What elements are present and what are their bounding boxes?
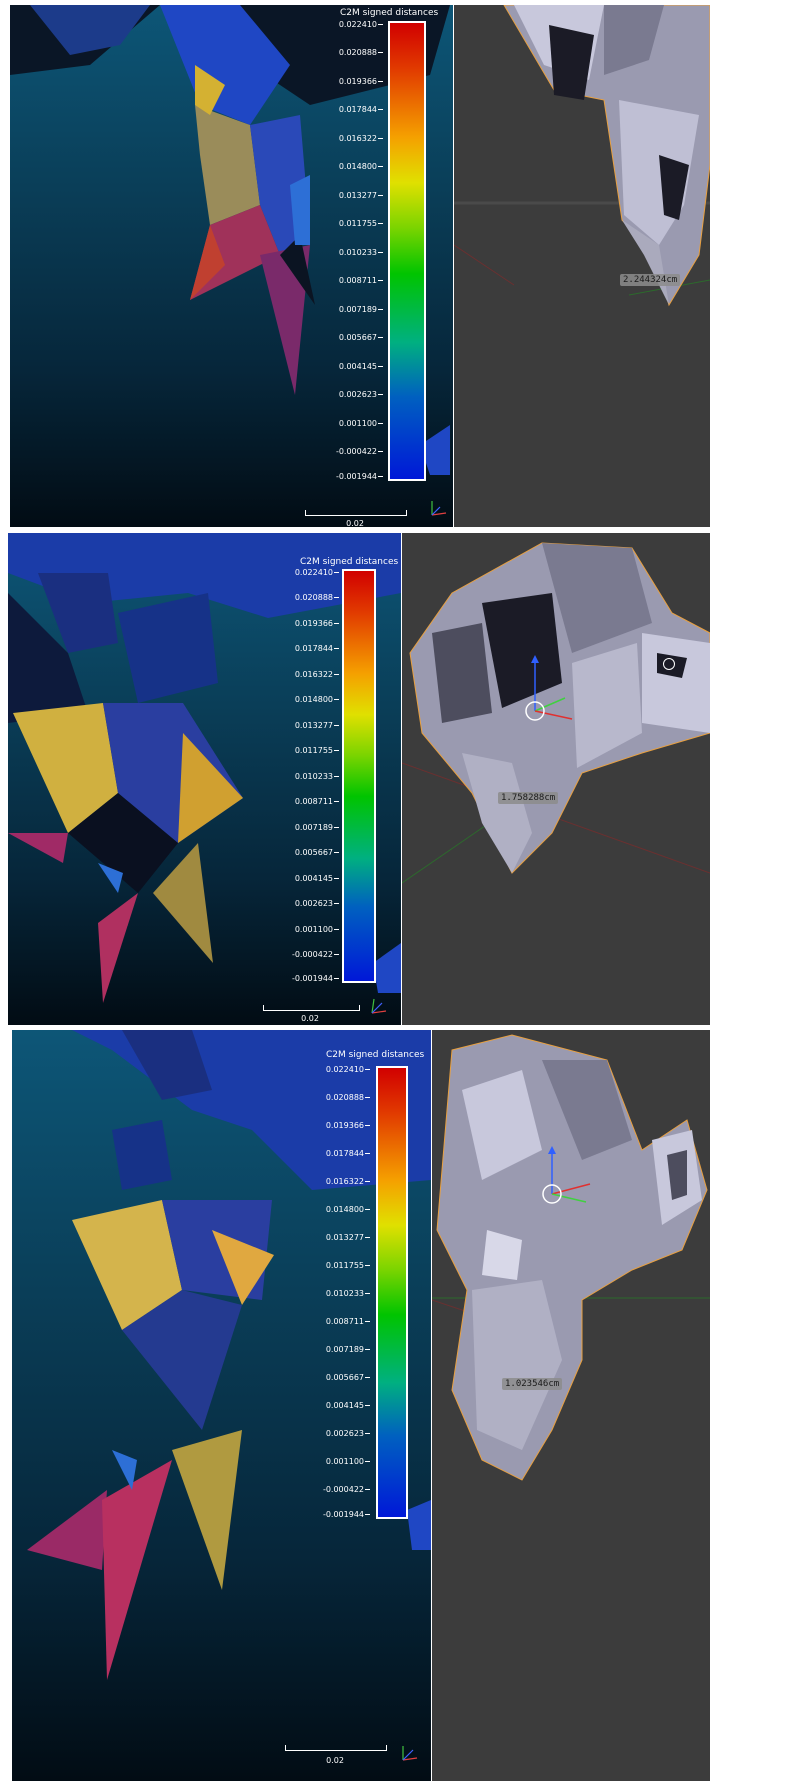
colorbar xyxy=(342,569,376,983)
scale-bar xyxy=(285,1745,387,1751)
blender-viewport-3[interactable]: 1.023546cm xyxy=(432,1030,710,1781)
transform-gizmo-icon xyxy=(542,1146,591,1204)
measurement-label: 2.244324cm xyxy=(620,274,681,286)
monkey-mesh xyxy=(454,5,710,307)
measurement-label: 1.758288cm xyxy=(498,792,559,804)
colorbar-tick: 0.020888 xyxy=(326,1093,370,1102)
colorbar-tick: -0.001944 xyxy=(323,1510,370,1519)
colorbar-tick: 0.005667 xyxy=(326,1373,370,1382)
colorbar-tick: 0.016322 xyxy=(295,670,339,679)
blender-viewport-2[interactable]: 1.758288cm xyxy=(402,533,710,1025)
colorbar-tick: 0.010233 xyxy=(326,1289,370,1298)
pivot-circle-icon xyxy=(663,658,675,670)
scene-mesh xyxy=(10,5,450,475)
cc-viewport-1[interactable]: C2M signed distances 0.022410 0.020888 0… xyxy=(10,5,453,527)
colorbar-tick: 0.011755 xyxy=(339,219,383,228)
colorbar-tick: 0.013277 xyxy=(339,191,383,200)
colorbar-tick: 0.005667 xyxy=(339,333,383,342)
blender-viewport-1[interactable]: 2.244324cm xyxy=(454,5,710,527)
colorbar-tick: 0.007189 xyxy=(326,1345,370,1354)
colorbar-tick: 0.008711 xyxy=(326,1317,370,1326)
colorbar-tick: -0.001944 xyxy=(292,974,339,983)
colorbar-tick: 0.007189 xyxy=(339,305,383,314)
scale-bar xyxy=(263,1005,360,1011)
colorbar-tick: 0.004145 xyxy=(326,1401,370,1410)
cc-viewport-2[interactable]: C2M signed distances 0.022410 0.020888 0… xyxy=(8,533,401,1025)
colorbar-tick: 0.013277 xyxy=(295,721,339,730)
transform-gizmo-icon xyxy=(525,655,573,721)
colorbar-tick: 0.017844 xyxy=(339,105,383,114)
colorbar-title: C2M signed distances xyxy=(300,557,399,567)
colorbar-tick: 0.020888 xyxy=(295,593,339,602)
colorbar-tick: 0.014800 xyxy=(326,1205,370,1214)
scale-label: 0.02 xyxy=(346,519,364,527)
scale-bar xyxy=(305,510,407,516)
colorbar-tick: 0.022410 xyxy=(326,1065,370,1074)
colorbar-tick: 0.001100 xyxy=(326,1457,370,1466)
axis-gizmo-icon xyxy=(402,1746,418,1761)
colorbar xyxy=(376,1066,408,1519)
colorbar-tick: 0.002623 xyxy=(326,1429,370,1438)
cc-viewport-3[interactable]: C2M signed distances 0.022410 0.020888 0… xyxy=(12,1030,431,1781)
colorbar-tick: 0.011755 xyxy=(326,1261,370,1270)
colorbar-tick: 0.002623 xyxy=(339,390,383,399)
colorbar-title: C2M signed distances xyxy=(340,8,439,18)
colorbar-tick: 0.008711 xyxy=(295,797,339,806)
colorbar-tick: 0.010233 xyxy=(339,248,383,257)
colorbar-tick: 0.011755 xyxy=(295,746,339,755)
colorbar-tick: -0.000422 xyxy=(292,950,339,959)
colorbar-title: C2M signed distances xyxy=(326,1050,425,1060)
monkey-mesh xyxy=(402,542,710,884)
colorbar-tick: -0.000422 xyxy=(323,1485,370,1494)
scale-label: 0.02 xyxy=(301,1014,319,1023)
colorbar-tick: 0.019366 xyxy=(326,1121,370,1130)
colorbar-tick: 0.004145 xyxy=(339,362,383,371)
colorbar-tick: 0.016322 xyxy=(339,134,383,143)
monkey-mesh xyxy=(432,1034,710,1481)
colorbar-tick: 0.014800 xyxy=(295,695,339,704)
colorbar-tick: 0.022410 xyxy=(339,20,383,29)
axis-gizmo-icon xyxy=(371,998,387,1014)
colorbar-tick: 0.008711 xyxy=(339,276,383,285)
colorbar-tick: 0.010233 xyxy=(295,772,339,781)
colorbar-tick: 0.002623 xyxy=(295,899,339,908)
scale-label: 0.02 xyxy=(326,1756,344,1765)
colorbar-tick: 0.019366 xyxy=(339,77,383,86)
colorbar xyxy=(388,21,426,481)
colorbar-tick: 0.013277 xyxy=(326,1233,370,1242)
colorbar-tick: 0.004145 xyxy=(295,874,339,883)
measurement-label: 1.023546cm xyxy=(502,1378,563,1390)
colorbar-tick: -0.001944 xyxy=(336,472,383,481)
colorbar-tick: 0.017844 xyxy=(295,644,339,653)
colorbar-tick: 0.001100 xyxy=(339,419,383,428)
colorbar-tick: 0.019366 xyxy=(295,619,339,628)
colorbar-tick: 0.016322 xyxy=(326,1177,370,1186)
axis-gizmo-icon xyxy=(431,501,447,516)
colorbar-tick: 0.014800 xyxy=(339,162,383,171)
colorbar-tick: 0.017844 xyxy=(326,1149,370,1158)
colorbar-tick: 0.001100 xyxy=(295,925,339,934)
colorbar-tick: 0.005667 xyxy=(295,848,339,857)
colorbar-tick: 0.020888 xyxy=(339,48,383,57)
colorbar-tick: 0.007189 xyxy=(295,823,339,832)
colorbar-tick: 0.022410 xyxy=(295,568,339,577)
colorbar-tick: -0.000422 xyxy=(336,447,383,456)
